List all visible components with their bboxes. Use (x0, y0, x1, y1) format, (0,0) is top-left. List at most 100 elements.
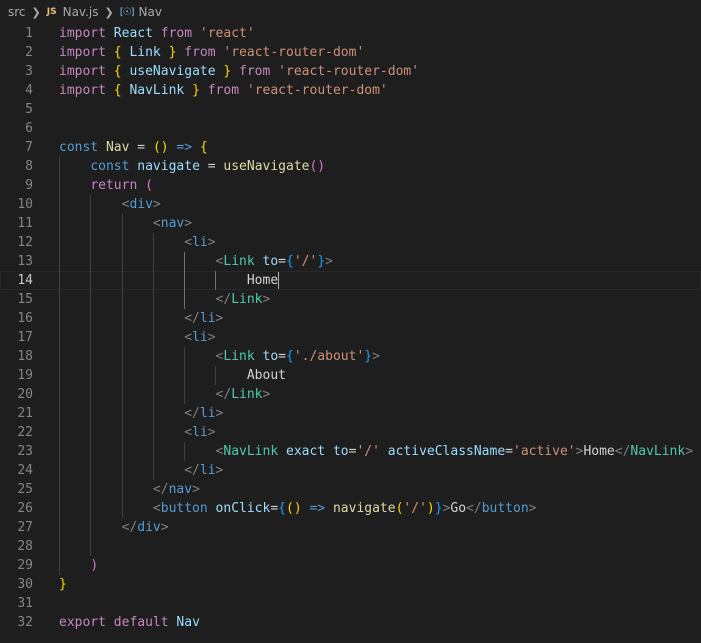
code-line[interactable]: 18 <Link to={'./about'}> (0, 347, 701, 366)
code-text: <button onClick={() => navigate('/')}>Go… (59, 499, 537, 518)
line-number: 29 (17, 558, 33, 573)
code-token: useNavigate (223, 159, 310, 174)
code-line[interactable]: 5 (0, 100, 701, 119)
code-token: > (152, 197, 161, 212)
code-line[interactable]: 1 import React from 'react' (0, 24, 701, 43)
code-token: </ (184, 311, 200, 326)
code-line[interactable]: 14 Home (0, 271, 701, 290)
breadcrumb-item-folder[interactable]: src (8, 5, 26, 19)
code-token: () (309, 159, 326, 174)
code-editor[interactable]: 1 import React from 'react' 2 import { Link… (0, 24, 701, 643)
code-token: const (90, 159, 130, 174)
indent-guide (90, 195, 92, 556)
code-text: <NavLink exact to='/' activeClassName='a… (59, 442, 694, 461)
code-token: navigate (332, 501, 396, 516)
line-number: 3 (25, 64, 33, 79)
code-token: </ (184, 463, 200, 478)
code-token: > (184, 216, 193, 231)
indent-guide (152, 233, 154, 480)
code-line[interactable]: 28 (0, 537, 701, 556)
code-token: navigate (137, 159, 200, 174)
code-line[interactable]: 13 <Link to={'/'}> (0, 252, 701, 271)
breadcrumb-item-symbol[interactable]: [☉] Nav (120, 5, 162, 19)
code-line[interactable]: 27 </div> (0, 518, 701, 537)
code-token: li (192, 330, 208, 345)
code-line[interactable]: 7 const Nav = () => { (0, 138, 701, 157)
code-token: ) (426, 501, 435, 516)
code-token: > (372, 349, 380, 364)
code-line[interactable]: 17 <li> (0, 328, 701, 347)
code-line[interactable]: 32 export default Nav (0, 613, 701, 632)
code-line[interactable]: 10 <div> (0, 195, 701, 214)
code-line[interactable]: 26 <button onClick={() => navigate('/')}… (0, 499, 701, 518)
line-number: 15 (17, 292, 33, 307)
code-token: from (207, 83, 240, 98)
code-line[interactable]: 23 <NavLink exact to='/' activeClassName… (0, 442, 701, 461)
code-line[interactable]: 3 import { useNavigate } from 'react-rout… (0, 62, 701, 81)
code-line[interactable]: 9 return ( (0, 176, 701, 195)
code-token: 'react-router-dom' (223, 45, 365, 60)
code-token: return (90, 178, 138, 193)
code-line[interactable]: 29 ) (0, 556, 701, 575)
line-number: 12 (17, 235, 33, 250)
code-line[interactable]: 30} (0, 575, 701, 594)
code-token: li (192, 425, 208, 440)
code-token: < (184, 425, 193, 440)
code-token: const (59, 140, 99, 155)
line-number: 18 (17, 349, 33, 364)
code-line[interactable]: 12 <li> (0, 233, 701, 252)
code-line[interactable]: 22 <li> (0, 423, 701, 442)
code-token: ( (145, 178, 153, 193)
code-token: Home (583, 444, 615, 459)
code-line[interactable]: 4 import { NavLink } from 'react-router-d… (0, 81, 701, 100)
code-token: useNavigate (129, 64, 216, 79)
code-text: <li> (59, 328, 215, 347)
code-token: > (685, 444, 694, 459)
code-token: </ (466, 501, 482, 516)
code-line[interactable]: 16 </li> (0, 309, 701, 328)
code-token: import (59, 26, 106, 41)
code-line[interactable]: 6 (0, 119, 701, 138)
code-token: = (199, 159, 224, 174)
code-line[interactable]: 8 const navigate = useNavigate() (0, 157, 701, 176)
code-token: li (199, 406, 216, 421)
code-line[interactable]: 25 </nav> (0, 480, 701, 499)
code-line[interactable]: 15 </Link> (0, 290, 701, 309)
line-number: 28 (17, 539, 33, 554)
line-number: 30 (17, 577, 33, 592)
breadcrumb-folder-label: src (8, 5, 26, 19)
code-token: 'react' (199, 26, 255, 41)
breadcrumb-file-label: Nav.js (62, 5, 99, 19)
code-line[interactable]: 31 (0, 594, 701, 613)
code-token: { (278, 501, 286, 516)
code-token: button (160, 501, 208, 516)
code-line[interactable]: 24 </li> (0, 461, 701, 480)
code-line[interactable]: 21 </li> (0, 404, 701, 423)
code-token: = (270, 501, 279, 516)
line-number: 22 (17, 425, 33, 440)
code-text: const navigate = useNavigate() (59, 157, 325, 176)
code-line[interactable]: 19 About (0, 366, 701, 385)
line-number: 8 (25, 159, 33, 174)
code-line[interactable]: 20 </Link> (0, 385, 701, 404)
code-line[interactable]: 11 <nav> (0, 214, 701, 233)
code-token: < (184, 330, 193, 345)
code-line[interactable]: 2 import { Link } from 'react-router-dom' (0, 43, 701, 62)
code-token: Link (231, 292, 263, 307)
code-token: => (309, 501, 326, 516)
indent-guide (59, 157, 60, 575)
code-token: } (192, 83, 200, 98)
line-number: 31 (17, 596, 33, 611)
code-token: NavLink (223, 444, 279, 459)
code-text: About (59, 366, 286, 385)
text-cursor (278, 272, 280, 289)
breadcrumb-item-file[interactable]: JS Nav.js (47, 5, 99, 19)
code-text: </div> (59, 518, 169, 537)
